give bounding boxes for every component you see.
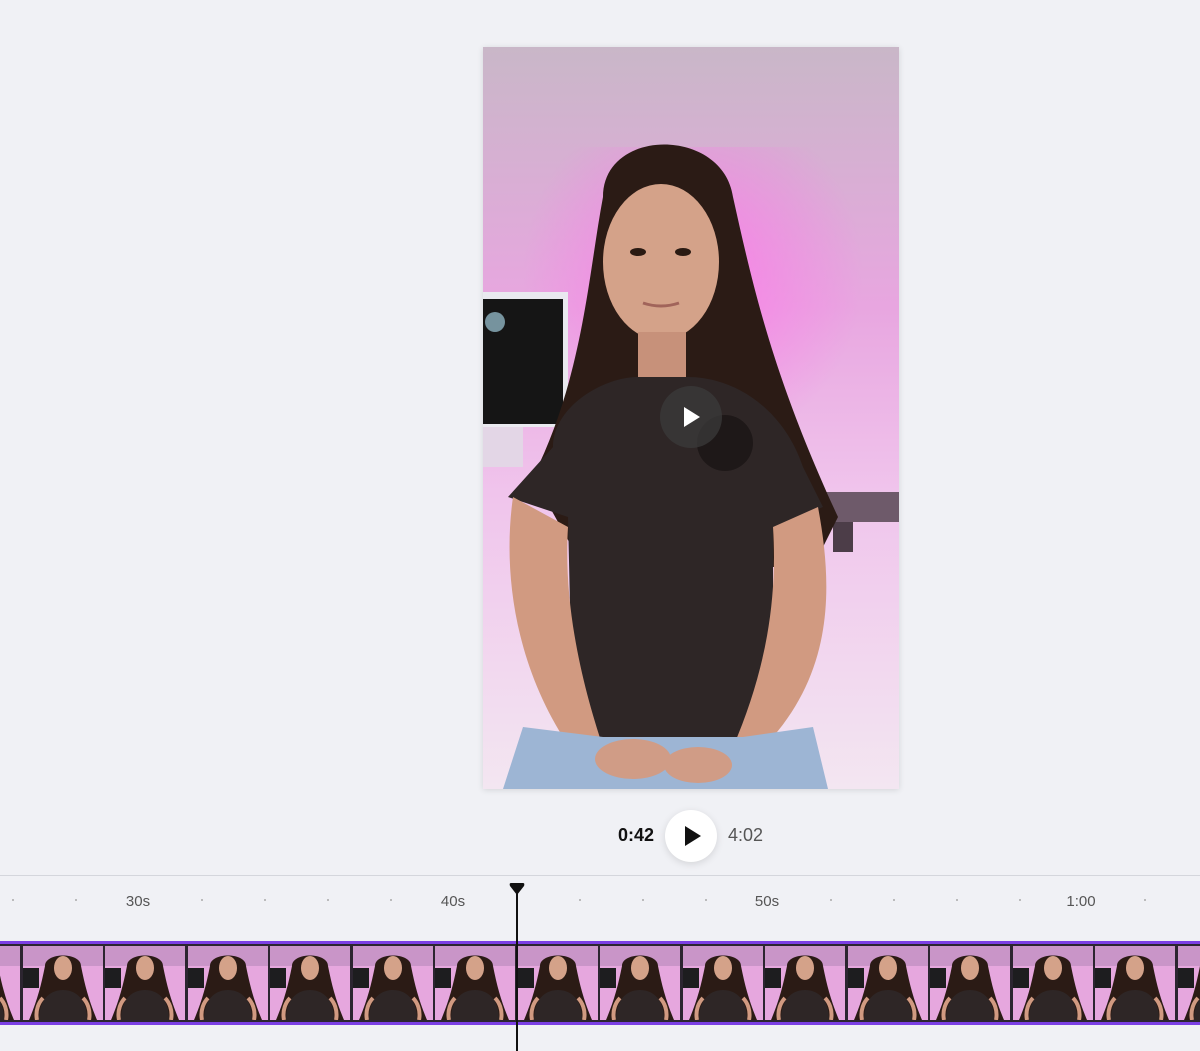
ruler-tick-dot	[705, 899, 707, 901]
ruler-tick-dot	[830, 899, 832, 901]
ruler-tick-dot	[1144, 899, 1146, 901]
ruler-tick-dot	[956, 899, 958, 901]
ruler-label-1-00: 1:00	[1066, 893, 1096, 910]
ruler-tick-dot	[264, 899, 266, 901]
clip-thumbnail	[1177, 946, 1200, 1020]
clip-thumbnail	[1095, 946, 1175, 1020]
ruler-label-50s: 50s	[754, 893, 780, 910]
clip-thumbnail	[352, 946, 433, 1020]
ruler-tick-dot	[75, 899, 77, 901]
play-button[interactable]	[665, 810, 717, 862]
preview-play-button[interactable]	[660, 386, 722, 448]
clip-thumbnail	[682, 946, 763, 1020]
clip-thumbnail	[600, 946, 680, 1020]
clip-thumbnail	[270, 946, 350, 1020]
playhead[interactable]	[516, 889, 518, 1051]
ruler-tick-dot	[390, 899, 392, 901]
play-icon	[684, 407, 700, 427]
ruler-tick-dot	[327, 899, 329, 901]
ruler-tick-dot	[579, 899, 581, 901]
video-clip-track[interactable]	[0, 941, 1200, 1025]
clip-thumbnail	[435, 946, 515, 1020]
ruler-tick-dot	[201, 899, 203, 901]
clip-thumbnail	[22, 946, 103, 1020]
clip-thumbnail	[847, 946, 928, 1020]
clip-thumbnail	[765, 946, 845, 1020]
ruler-tick-dot	[12, 899, 14, 901]
playhead-handle-icon	[509, 883, 525, 895]
total-duration: 4:02	[728, 825, 764, 845]
clip-thumbnail	[105, 946, 185, 1020]
clip-thumbnail	[930, 946, 1010, 1020]
ruler-label-40s: 40s	[440, 893, 466, 910]
ruler-label-30s: 30s	[125, 893, 151, 910]
timeline-divider	[0, 875, 1200, 876]
ruler-tick-dot	[893, 899, 895, 901]
clip-thumbnail	[1012, 946, 1093, 1020]
video-preview[interactable]	[483, 47, 899, 789]
timeline[interactable]: 30s 40s 50s 1:00	[0, 875, 1200, 1051]
ruler-tick-dot	[1019, 899, 1021, 901]
clip-thumbnail	[517, 946, 598, 1020]
editor-canvas: 0:42 4:02 30s 40s 50s 1:00	[0, 0, 1200, 1051]
current-time: 0:42	[617, 825, 654, 845]
clip-thumbnail	[0, 946, 20, 1020]
play-icon	[685, 826, 701, 846]
ruler-tick-dot	[642, 899, 644, 901]
clip-thumbnail	[187, 946, 268, 1020]
playhead-handle[interactable]	[509, 882, 525, 901]
